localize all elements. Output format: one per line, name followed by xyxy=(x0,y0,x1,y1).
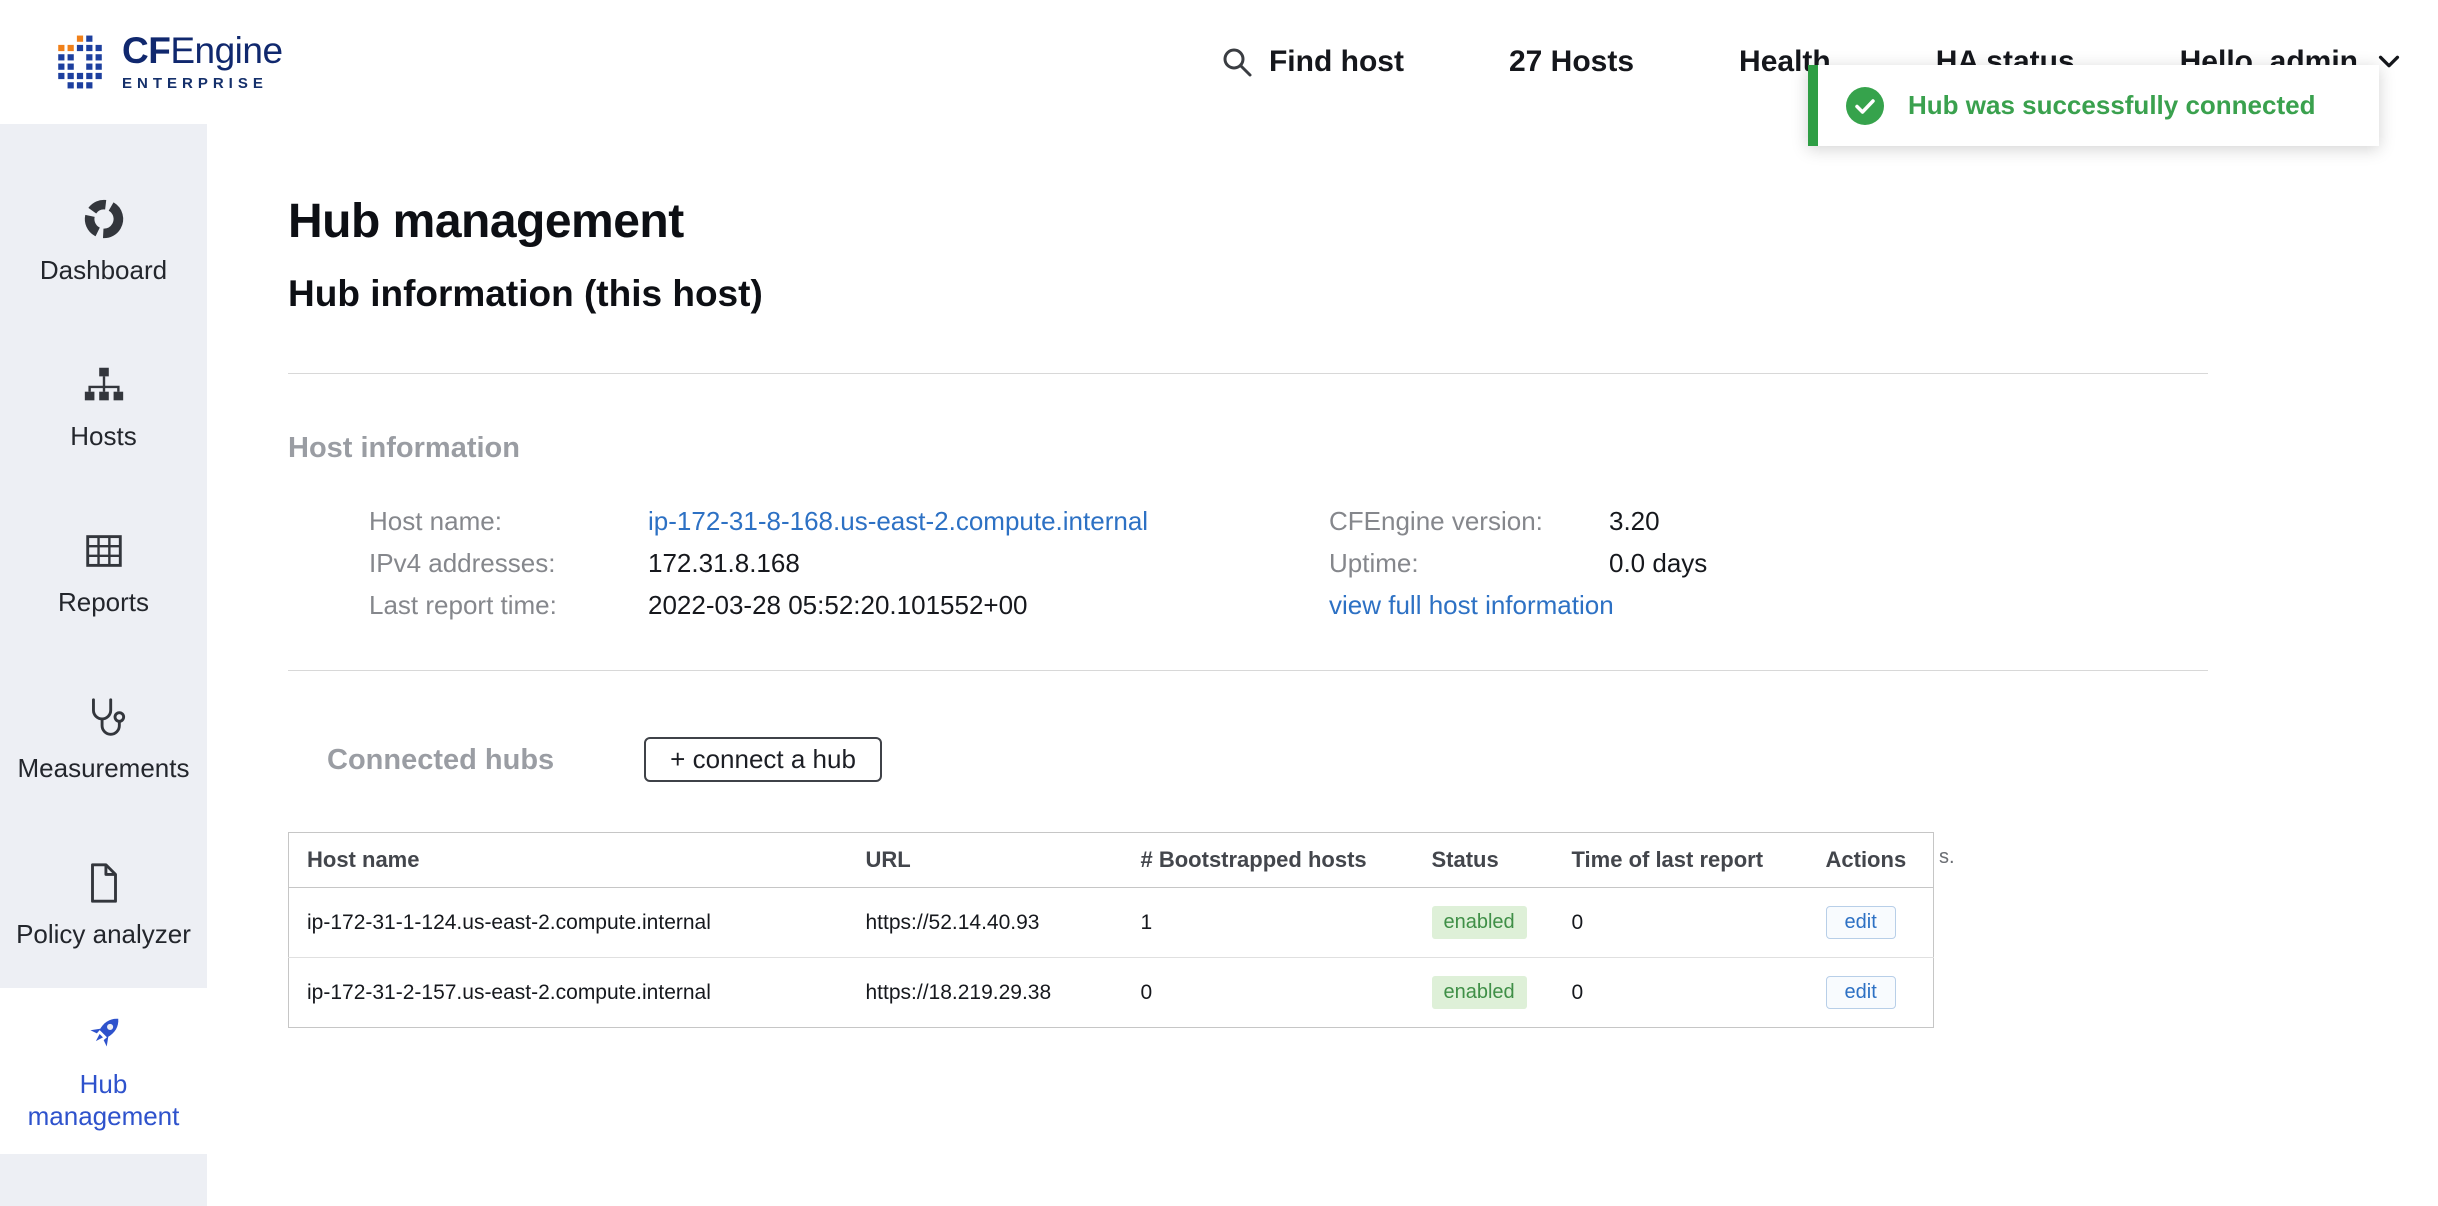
sidebar-item-hosts[interactable]: Hosts xyxy=(0,324,207,490)
col-header-last-report: Time of last report xyxy=(1554,833,1808,888)
field-value: 0.0 days xyxy=(1609,548,1707,578)
sidebar-item-label: Reports xyxy=(50,586,157,619)
connected-hubs-heading: Connected hubs xyxy=(327,742,554,778)
brand-logo[interactable]: CFEngine ENTERPRISE xyxy=(54,32,283,92)
sidebar-item-measurements[interactable]: Measurements xyxy=(0,656,207,822)
status-badge: enabled xyxy=(1432,976,1527,1009)
dashboard-donut-icon xyxy=(81,196,127,242)
field-label: Uptime: xyxy=(1329,548,1609,578)
toast-success: Hub was successfully connected xyxy=(1808,65,2379,146)
table-row: ip-172-31-2-157.us-east-2.compute.intern… xyxy=(289,958,1934,1028)
cell-actions: edit xyxy=(1808,888,1934,958)
brand-subtitle: ENTERPRISE xyxy=(122,75,283,92)
cell-bootstrapped: 1 xyxy=(1123,888,1414,958)
sidebar-item-label: Hosts xyxy=(62,420,144,453)
search-icon xyxy=(1221,46,1253,78)
sidebar-item-reports[interactable]: Reports xyxy=(0,490,207,656)
divider xyxy=(288,670,2208,671)
field-value: 3.20 xyxy=(1609,506,1707,536)
find-host-label: Find host xyxy=(1269,45,1404,79)
page-subtitle: Hub information (this host) xyxy=(288,272,2438,316)
hosts-tree-icon xyxy=(81,362,127,408)
cell-actions: edit xyxy=(1808,958,1934,1028)
connected-hubs-table: Host name URL # Bootstrapped hosts Statu… xyxy=(288,832,1934,1028)
col-header-status: Status xyxy=(1414,833,1554,888)
col-header-host-name: Host name xyxy=(289,833,848,888)
host-information-section: Host information Host name: ip-172-31-8-… xyxy=(288,430,2438,620)
sidebar-item-dashboard[interactable]: Dashboard xyxy=(0,158,207,324)
col-header-url: URL xyxy=(848,833,1123,888)
connect-hub-button[interactable]: + connect a hub xyxy=(644,737,882,782)
reports-table-icon xyxy=(81,528,127,574)
cell-status: enabled xyxy=(1414,888,1554,958)
sidebar-item-hub-management[interactable]: Hub management xyxy=(0,988,207,1154)
toast-message: Hub was successfully connected xyxy=(1908,90,2315,121)
connected-hubs-section: Connected hubs + connect a hub Host name… xyxy=(288,737,2438,1028)
cell-bootstrapped: 0 xyxy=(1123,958,1414,1028)
view-full-host-link[interactable]: view full host information xyxy=(1329,590,1707,620)
host-information-fields: Host name: ip-172-31-8-168.us-east-2.com… xyxy=(369,506,2438,620)
cell-last-report: 0 xyxy=(1554,958,1808,1028)
measurements-stethoscope-icon xyxy=(81,694,127,740)
field-label: CFEngine version: xyxy=(1329,506,1609,536)
edit-button[interactable]: edit xyxy=(1826,906,1896,939)
sidebar: Dashboard Hosts Reports Measurements xyxy=(0,124,207,1206)
cell-url: https://52.14.40.93 xyxy=(848,888,1123,958)
sidebar-item-policy-analyzer[interactable]: Policy analyzer xyxy=(0,822,207,988)
cell-status: enabled xyxy=(1414,958,1554,1028)
sidebar-item-label: Hub management xyxy=(0,1068,207,1133)
field-label: IPv4 addresses: xyxy=(369,548,648,578)
brand-name: CFEngine xyxy=(122,32,283,69)
table-header-row: Host name URL # Bootstrapped hosts Statu… xyxy=(289,833,1934,888)
hosts-count-link[interactable]: 27 Hosts xyxy=(1509,45,1634,79)
field-label: Last report time: xyxy=(369,590,648,620)
sidebar-item-label: Dashboard xyxy=(32,254,175,287)
check-circle-icon xyxy=(1846,87,1884,125)
status-badge: enabled xyxy=(1432,906,1527,939)
col-header-actions: Actions xyxy=(1808,833,1934,888)
rocket-icon xyxy=(81,1010,127,1056)
host-information-heading: Host information xyxy=(288,430,2438,466)
divider xyxy=(288,373,2208,374)
clipped-text-fragment: s. xyxy=(1939,846,1955,869)
field-label: Host name: xyxy=(369,506,648,536)
field-value: 172.31.8.168 xyxy=(648,548,1329,578)
cell-host-name: ip-172-31-1-124.us-east-2.compute.intern… xyxy=(289,888,848,958)
edit-button[interactable]: edit xyxy=(1826,976,1896,1009)
cell-url: https://18.219.29.38 xyxy=(848,958,1123,1028)
sidebar-item-label: Measurements xyxy=(10,752,198,785)
cell-host-name: ip-172-31-2-157.us-east-2.compute.intern… xyxy=(289,958,848,1028)
main-content: Hub management Hub information (this hos… xyxy=(207,124,2438,1206)
page-title: Hub management xyxy=(288,194,2438,250)
find-host-button[interactable]: Find host xyxy=(1221,45,1404,79)
table-row: ip-172-31-1-124.us-east-2.compute.intern… xyxy=(289,888,1934,958)
cfengine-logo-icon xyxy=(54,34,106,90)
cell-last-report: 0 xyxy=(1554,888,1808,958)
host-name-link[interactable]: ip-172-31-8-168.us-east-2.compute.intern… xyxy=(648,506,1329,536)
col-header-bootstrapped: # Bootstrapped hosts xyxy=(1123,833,1414,888)
policy-analyzer-file-icon xyxy=(81,860,127,906)
sidebar-item-label: Policy analyzer xyxy=(8,918,199,951)
field-value: 2022-03-28 05:52:20.101552+00 xyxy=(648,590,1329,620)
